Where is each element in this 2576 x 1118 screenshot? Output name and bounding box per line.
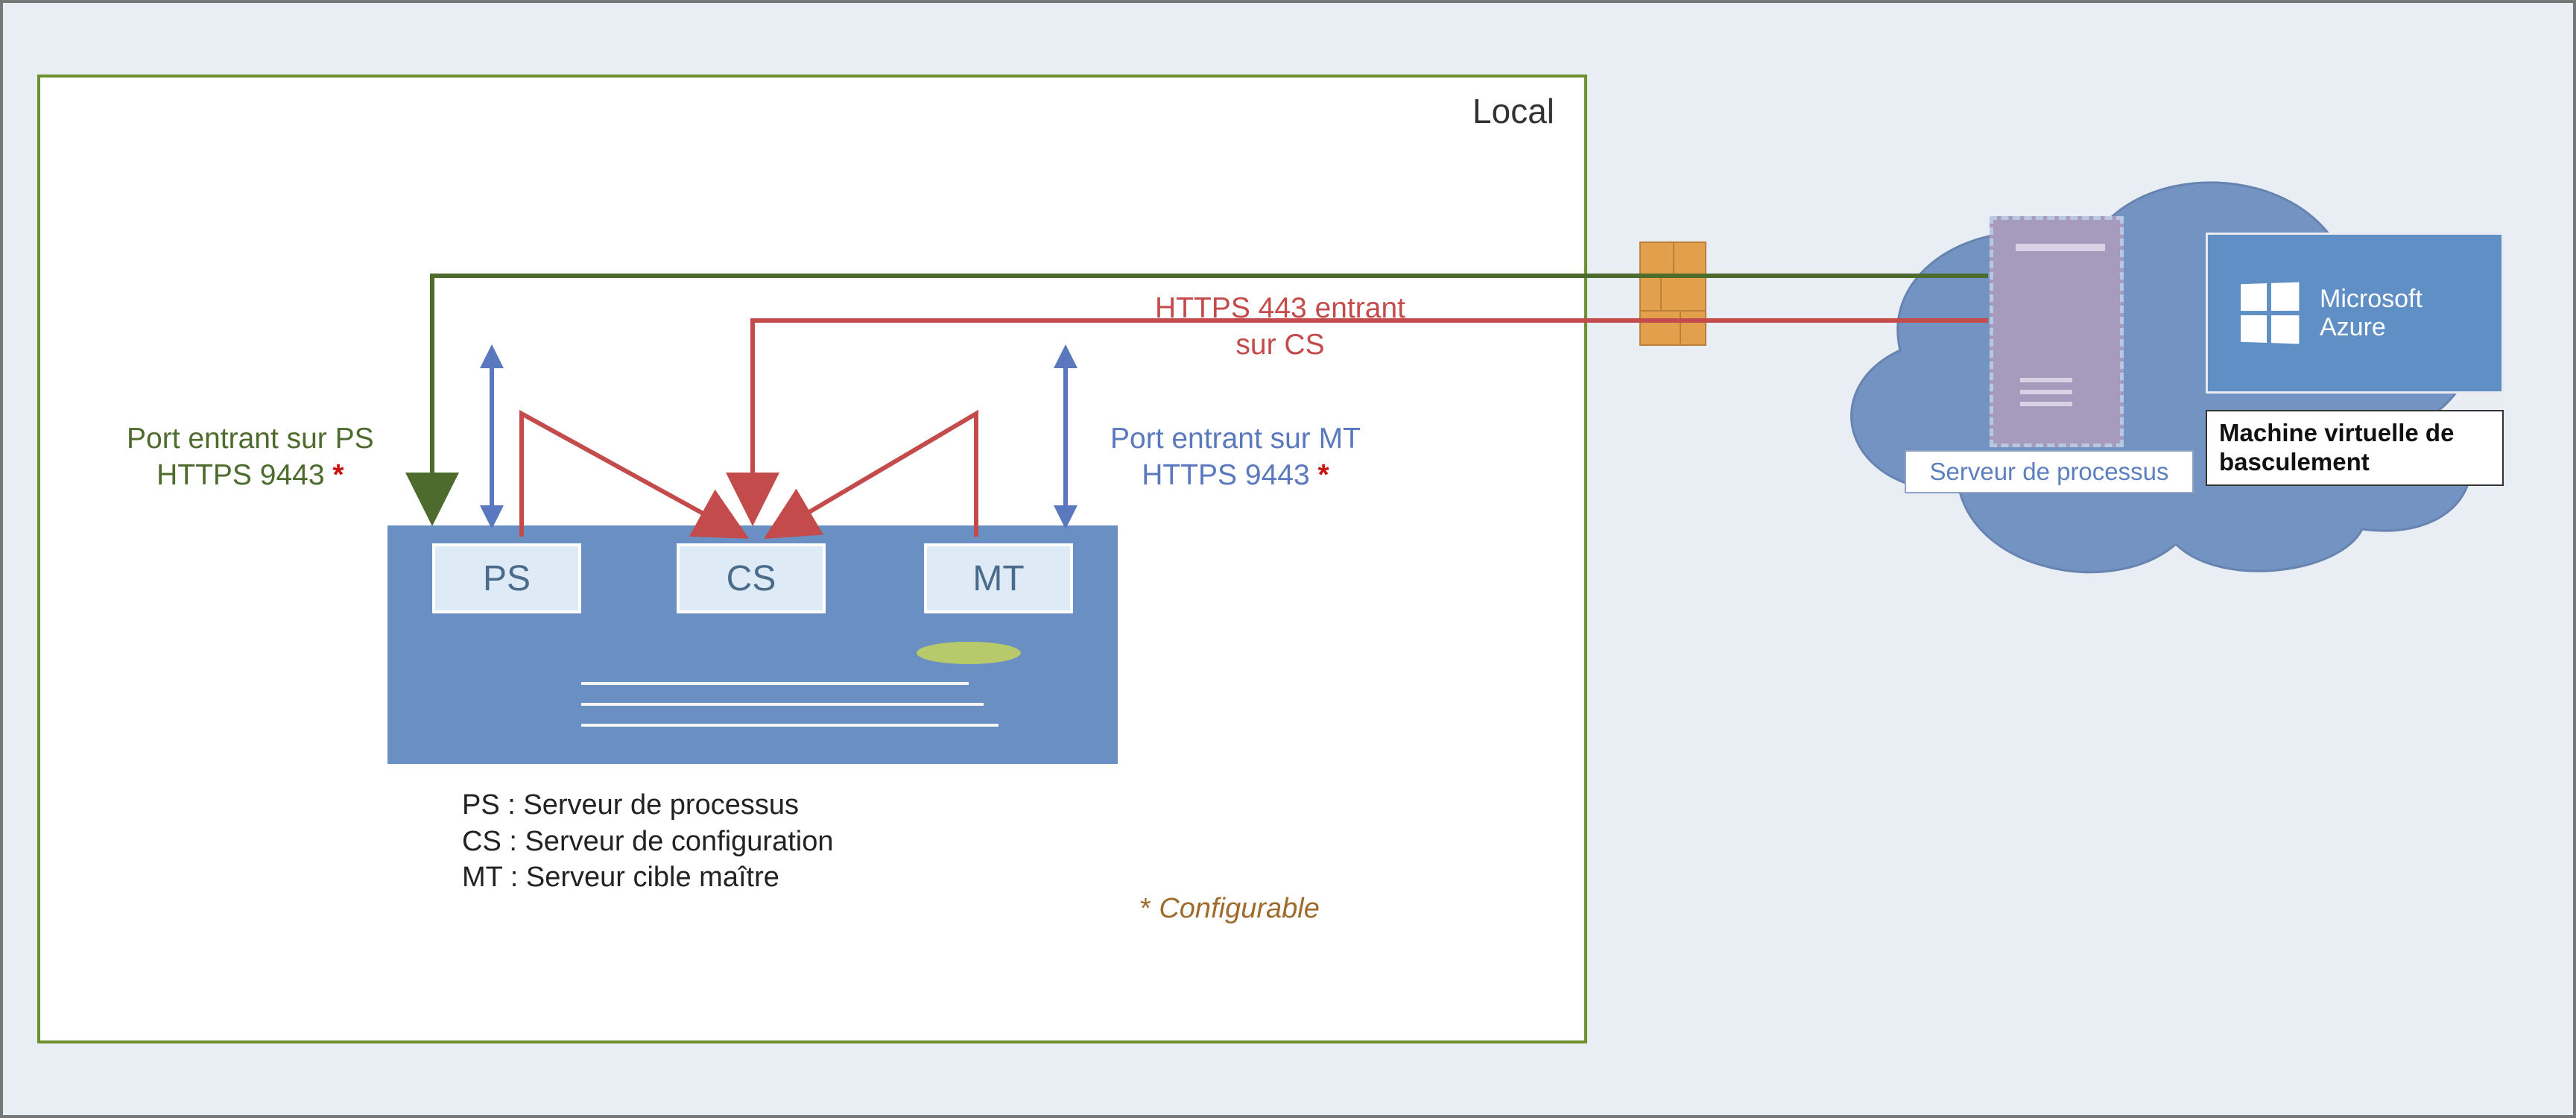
cloud-process-server-icon <box>1990 216 2124 447</box>
local-title: Local <box>1472 91 1554 131</box>
decor-line <box>581 682 969 685</box>
mt-inbound-label: Port entrant sur MT HTTPS 9443 * <box>1110 421 1361 494</box>
decor-line <box>581 724 999 727</box>
cs-component: CS <box>677 543 826 613</box>
cs-inbound-label: HTTPS 443 entrant sur CS <box>1155 291 1405 364</box>
failover-vm-label: Machine virtuelle de basculement <box>2206 410 2504 486</box>
star-icon: * <box>1318 459 1329 491</box>
configurable-footnote: * Configurable <box>1140 893 1320 925</box>
legend-mt: MT : Serveur cible maître <box>462 859 834 896</box>
ps-inbound-label: Port entrant sur PS HTTPS 9443 * <box>127 421 374 494</box>
firewall-icon <box>1639 241 1706 346</box>
server-indicator <box>917 642 1021 664</box>
azure-brand-text: Microsoft Azure <box>2320 285 2422 341</box>
ps-component: PS <box>432 543 581 613</box>
component-legend: PS : Serveur de processus CS : Serveur d… <box>462 787 834 896</box>
decor-line <box>581 703 984 706</box>
legend-ps: PS : Serveur de processus <box>462 787 834 824</box>
legend-cs: CS : Serveur de configuration <box>462 824 834 860</box>
azure-box: Microsoft Azure <box>2206 233 2504 394</box>
configurable-text: Configurable <box>1151 893 1320 924</box>
star-icon: * <box>1140 893 1151 924</box>
star-icon: * <box>332 459 344 491</box>
mt-component: MT <box>924 543 1073 613</box>
config-server-block: PS CS MT <box>387 525 1118 764</box>
cloud-process-server-label: Serveur de processus <box>1905 450 2194 493</box>
windows-logo-icon <box>2241 282 2299 344</box>
